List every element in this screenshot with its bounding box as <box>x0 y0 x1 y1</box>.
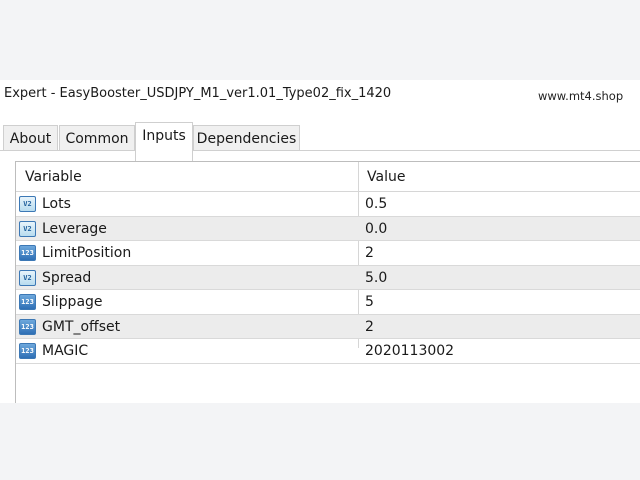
variable-value[interactable]: 0.0 <box>365 221 387 237</box>
integer-type-icon: 123 <box>19 245 36 261</box>
table-row[interactable]: V2 Leverage 0.0 <box>16 216 640 241</box>
variable-name: LimitPosition <box>42 245 132 261</box>
table-row[interactable]: 123 MAGIC 2020113002 <box>16 339 640 364</box>
tab-common-label: Common <box>65 131 129 147</box>
integer-type-icon: 123 <box>19 343 36 359</box>
double-type-icon: V2 <box>19 220 36 237</box>
window-title-bar: Expert - EasyBooster_USDJPY_M1_ver1.01_T… <box>0 80 640 110</box>
integer-type-icon: 123 <box>19 318 36 335</box>
header-value[interactable]: Value <box>367 169 405 185</box>
variable-value[interactable]: 2 <box>365 245 374 261</box>
tab-dependencies-label: Dependencies <box>196 131 297 147</box>
tab-inputs-label: Inputs <box>142 128 186 144</box>
tab-inputs[interactable]: Inputs <box>135 122 193 161</box>
variable-value[interactable]: 5.0 <box>365 270 387 286</box>
variable-value[interactable]: 5 <box>365 294 374 310</box>
table-row[interactable]: V2 Spread 5.0 <box>16 265 640 290</box>
variable-name: MAGIC <box>42 343 89 359</box>
table-row[interactable]: 123 LimitPosition 2 <box>16 241 640 266</box>
inputs-grid[interactable]: Variable Value V2 Lots 0.5 V2 Leverage 0… <box>15 161 640 403</box>
tab-strip: About Common Inputs Dependencies <box>0 110 640 161</box>
grid-header: Variable Value <box>16 162 640 192</box>
variable-name: Lots <box>42 196 71 212</box>
double-type-icon: V2 <box>19 196 36 212</box>
variable-name: Slippage <box>42 294 103 310</box>
variable-name: Leverage <box>42 220 107 237</box>
variable-value[interactable]: 0.5 <box>365 196 387 212</box>
variable-name: Spread <box>42 269 92 286</box>
table-row[interactable]: V2 Lots 0.5 <box>16 192 640 217</box>
table-row[interactable]: 123 GMT_offset 2 <box>16 314 640 339</box>
tab-about-label: About <box>9 131 52 147</box>
header-variable[interactable]: Variable <box>25 169 82 185</box>
inputs-panel: Variable Value V2 Lots 0.5 V2 Leverage 0… <box>0 151 640 403</box>
double-type-icon: V2 <box>19 269 36 286</box>
watermark-text: www.mt4.shop <box>538 89 624 103</box>
variable-value[interactable]: 2 <box>365 319 374 335</box>
variable-name: GMT_offset <box>42 318 121 335</box>
variable-value[interactable]: 2020113002 <box>365 343 454 359</box>
integer-type-icon: 123 <box>19 294 36 310</box>
table-row[interactable]: 123 Slippage 5 <box>16 290 640 315</box>
window-title: Expert - EasyBooster_USDJPY_M1_ver1.01_T… <box>4 86 392 101</box>
